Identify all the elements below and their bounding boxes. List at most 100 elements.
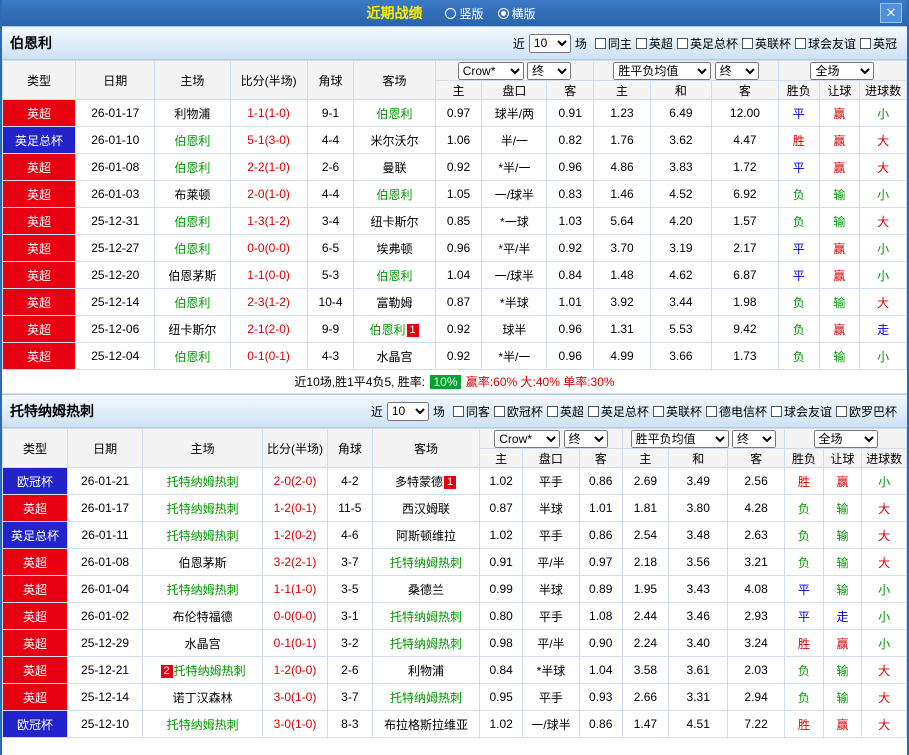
date-cell: 25-12-31 [75,207,156,235]
filter-option[interactable]: 同客 [452,403,490,420]
date-cell: 25-12-04 [75,342,156,370]
handicap-result: 输 [818,180,861,208]
team-cell: 托特纳姆热刺 [142,467,263,495]
handicap-result: 赢 [822,710,863,738]
asian-away-odds: 0.97 [578,548,623,576]
asian-away-odds: 0.89 [578,575,623,603]
euro-away-odds: 2.56 [727,467,786,495]
checkbox-icon[interactable] [794,37,806,49]
checkbox-icon[interactable] [493,405,505,417]
date-cell: 26-01-10 [75,126,156,154]
checkbox-icon[interactable] [452,405,464,417]
team-cell: 伯恩利 1 [353,315,436,343]
filter-option[interactable]: 同主 [594,35,632,52]
date-cell: 25-12-20 [75,261,156,289]
win-rate-badge: 10% [430,374,461,389]
checkbox-icon[interactable] [741,37,753,49]
team-cell: 托特纳姆热刺 [142,494,263,522]
filter-option[interactable]: 英足总杯 [676,35,738,52]
radio-icon[interactable] [445,7,457,19]
asian-home-odds: 1.06 [434,126,483,154]
radio-vertical-layout[interactable]: 竖版 [445,5,484,22]
filter-option-label: 球会友谊 [783,404,832,419]
team-cell: 伯恩利 [154,288,231,316]
goals-result: 大 [861,521,907,549]
checkbox-icon[interactable] [652,405,664,417]
filter-option[interactable]: 英足总杯 [587,403,649,420]
checkbox-icon[interactable] [859,37,871,49]
goals-result: 小 [861,602,907,630]
filter-option[interactable]: 球会友谊 [794,35,856,52]
score-cell: 1-1(0-0) [229,261,308,289]
filter-option[interactable]: 英超 [546,403,584,420]
filter-option[interactable]: 欧冠杯 [493,403,543,420]
asian-home-odds: 0.97 [434,99,483,127]
filter-option[interactable]: 英联杯 [741,35,791,52]
corners-cell: 4-3 [306,342,355,370]
score-cell: 2-3(1-2) [229,288,308,316]
asian-home-odds: 0.87 [479,494,523,522]
corners-cell: 8-3 [327,710,373,738]
filter-option[interactable]: 欧罗巴杯 [835,403,897,420]
match-count-select[interactable]: 10 [528,33,571,53]
filter-option-label: 德电信杯 [718,404,767,419]
focus-team: 托特纳姆热刺 [166,474,239,489]
euro-stage-select[interactable]: 终 [731,429,776,448]
match-row: 英超 26-01-17 利物浦 1-1(1-0) 9-1 伯恩利 0.97 球半/两 0.91 1… [2,99,907,127]
date-cell: 26-01-02 [66,602,144,630]
checkbox-icon[interactable] [835,405,847,417]
checkbox-icon[interactable] [705,405,717,417]
team-cell: 纽卡斯尔 [353,207,436,235]
filter-option[interactable]: 球会友谊 [770,403,832,420]
match-count-select[interactable]: 10 [386,401,429,421]
checkbox-icon[interactable] [587,405,599,417]
checkbox-icon[interactable] [546,405,558,417]
radio-icon[interactable] [497,7,509,19]
bookmaker-select[interactable]: Crow* [457,61,524,80]
checkbox-icon[interactable] [635,37,647,49]
euro-odds-header: 胜平负均值 终 [593,60,779,81]
checkbox-icon[interactable] [594,37,606,49]
team-cell: 托特纳姆热刺 [371,548,481,576]
scope-select[interactable]: 全场 [813,429,878,448]
euro-avg-select[interactable]: 胜平负均值 [630,429,729,448]
checkbox-icon[interactable] [676,37,688,49]
euro-away-odds: 3.21 [727,548,786,576]
filter-option[interactable]: 英超 [635,35,673,52]
focus-team: 伯恩利 [174,133,211,148]
euro-away-odds: 2.17 [710,234,779,262]
filter-option-label: 同客 [465,404,490,419]
handicap-cell: 平手 [522,521,580,549]
goals-result: 走 [859,315,907,343]
outcome-result: 负 [784,521,824,549]
euro-avg-select[interactable]: 胜平负均值 [613,61,712,80]
asian-away-odds: 1.03 [546,207,595,235]
bookmaker-select[interactable]: Crow* [494,429,561,448]
corners-cell: 3-1 [327,602,373,630]
asian-home-odds: 0.92 [434,315,483,343]
team-cell: 托特纳姆热刺 [371,629,481,657]
radio-horizontal-layout[interactable]: 横版 [497,5,536,22]
sub-header-handicap-result: 让球 [818,80,861,100]
euro-away-odds: 6.92 [710,180,779,208]
checkbox-icon[interactable] [770,405,782,417]
euro-draw-odds: 3.46 [668,602,729,630]
focus-team: 托特纳姆热刺 [390,555,463,570]
filter-option[interactable]: 英冠 [859,35,897,52]
filter-option[interactable]: 德电信杯 [705,403,767,420]
red-card-badge: 2 [160,664,173,678]
sub-header-euro-draw: 和 [649,80,712,100]
euro-stage-select[interactable]: 终 [714,61,759,80]
filter-option[interactable]: 英联杯 [652,403,702,420]
opponent-team: 纽卡斯尔 [168,322,217,337]
asian-home-odds: 1.04 [434,261,483,289]
result-scope-header: 全场 [777,60,907,81]
filter-option-label: 同主 [607,36,632,51]
opponent-team: 伯恩茅斯 [178,555,227,570]
goals-result: 大 [859,126,907,154]
euro-draw-odds: 5.53 [649,315,712,343]
scope-select[interactable]: 全场 [810,61,875,80]
asian-stage-select[interactable]: 终 [527,61,572,80]
close-button[interactable]: ✕ [880,3,902,23]
asian-stage-select[interactable]: 终 [563,429,608,448]
